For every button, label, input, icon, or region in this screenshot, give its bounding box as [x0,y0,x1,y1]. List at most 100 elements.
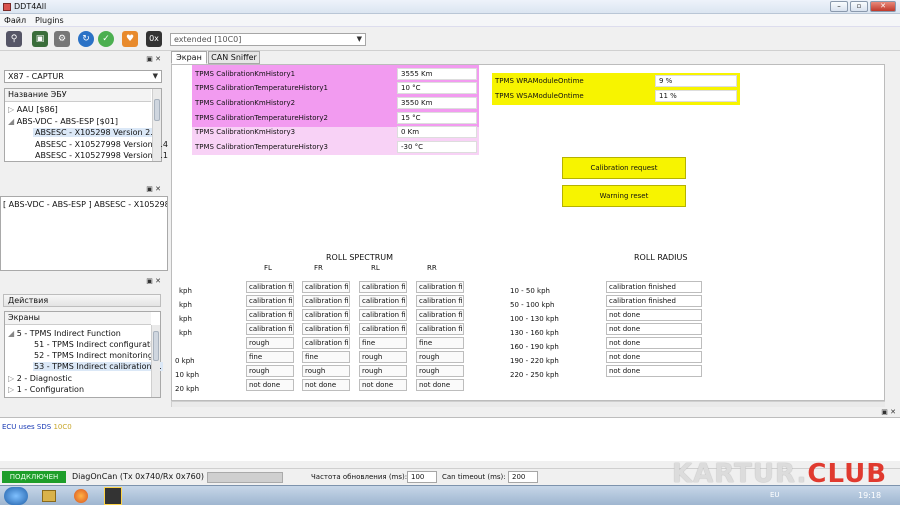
tab-screen[interactable]: Экран [171,51,207,64]
row-label: 0 kph [175,357,195,365]
tree-item[interactable]: ABSESC - X10527998 Version 3.1 [35,151,168,160]
protocol-select[interactable]: extended [10C0] ▼ [170,33,366,46]
start-button[interactable] [4,487,28,505]
column-header: FL [264,264,272,272]
panel-header-selected: ▣ ✕ [146,185,161,193]
spectrum-cell: not done [246,379,294,391]
menu-file[interactable]: Файл [4,16,26,25]
explorer-icon[interactable] [42,490,56,502]
screens-scrollbar[interactable] [151,325,160,397]
ecu-icon[interactable]: ▣ [32,31,48,47]
spectrum-cell: rough [416,351,464,363]
spectrum-cell: calibration finis [416,323,464,335]
spectrum-cell: calibration finis [246,323,294,335]
adapter-label: DiagOnCan (Tx 0x740/Rx 0x760) [72,472,204,481]
vehicle-select[interactable]: X87 - CAPTUR ▼ [4,70,162,83]
spectrum-cell: calibration finis [359,323,407,335]
spectrum-cell: calibration finis [302,295,350,307]
tree-item-selected[interactable]: 53 - TPMS Indirect calibration ... [33,362,163,371]
connect-icon[interactable]: ✓ [98,31,114,47]
param-row: TPMS CalibrationTemperatureHistory2 15 °C [192,111,479,125]
tree-item[interactable]: ▷ 2 - Diagnostic [8,374,72,383]
roll-radius-title: ROLL RADIUS [634,253,688,262]
can-timeout-input[interactable]: 200 [508,471,538,483]
calibration-request-button[interactable]: Calibration request [562,157,686,179]
console-panel: ECU uses SDS 10C0 [0,417,900,461]
scan-icon[interactable]: ⚲ [6,31,22,47]
spectrum-cell: rough [359,365,407,377]
param-row: TPMS WSAModuleOntime 11 % [492,89,740,103]
language-indicator[interactable]: EU [770,491,780,499]
menu-bar: Файл Plugins [0,14,900,27]
spectrum-cell: calibration finis [302,337,350,349]
protocol-value: extended [10C0] [174,35,242,44]
radius-range-label: 50 - 100 kph [510,301,555,309]
ecu-tree-scrollbar[interactable] [152,89,161,161]
param-row: TPMS CalibrationTemperatureHistory3 -30 °… [192,140,479,154]
radius-range-label: 100 - 130 kph [510,315,559,323]
ecu-tree-header: Название ЭБУ [5,89,151,102]
content-hscrollbar[interactable] [171,401,885,407]
close-button[interactable]: ✕ [870,1,896,12]
menu-plugins[interactable]: Plugins [35,16,64,25]
firefox-icon[interactable] [74,489,88,503]
scroll-thumb[interactable] [154,99,160,121]
spectrum-cell: calibration finis [246,281,294,293]
ddt4all-taskbar-icon[interactable] [104,487,122,505]
radius-value-cell: not done [606,323,702,335]
row-label: 20 kph [175,385,200,393]
spectrum-cell: calibration finis [246,309,294,321]
progress-bar [207,472,283,483]
settings-icon[interactable]: ⚙ [54,31,70,47]
tree-item[interactable]: ▷ 1 - Configuration [8,385,84,394]
spectrum-cell: fine [302,351,350,363]
radius-value-cell: not done [606,337,702,349]
refresh-icon[interactable]: ↻ [78,31,94,47]
spectrum-cell: calibration finis [416,309,464,321]
spectrum-cell: calibration finis [416,295,464,307]
tab-can-sniffer[interactable]: CAN Sniffer [208,51,260,64]
tree-item-selected[interactable]: ABSESC - X105298 Version 2.6 [33,128,160,137]
radius-value-cell: not done [606,309,702,321]
row-label: kph [179,329,192,337]
scroll-thumb[interactable] [153,331,159,361]
radius-range-label: 160 - 190 kph [510,343,559,351]
tree-item[interactable]: 51 - TPMS Indirect configurati... [34,340,160,349]
spectrum-cell: not done [416,379,464,391]
tree-item[interactable]: ▷ AAU [$86] [8,105,58,114]
row-label: kph [179,287,192,295]
tree-item[interactable]: ◢ ABS-VDC - ABS-ESP [$01] [8,117,118,126]
refresh-rate-input[interactable]: 100 [407,471,437,483]
minimize-button[interactable]: – [830,1,848,12]
favorite-icon[interactable]: ♥ [122,31,138,47]
radius-value-cell: not done [606,365,702,377]
spectrum-cell: calibration finis [302,309,350,321]
content-scrollbar[interactable]: ▲ ▼ [884,65,885,401]
ecu-tree: Название ЭБУ ▷ AAU [$86] ◢ ABS-VDC - ABS… [4,88,168,162]
tree-item[interactable]: 52 - TPMS Indirect monitoring [34,351,153,360]
tree-item[interactable]: ABSESC - X10527998 Version 3.4 [35,140,168,149]
spectrum-cell: calibration finis [302,281,350,293]
can-timeout-label: Can timeout (ms): [442,473,506,481]
app-icon [3,3,11,11]
spectrum-cell: calibration finis [359,309,407,321]
screen-content: TPMS CalibrationKmHistory1 3555 Km TPMS C… [171,64,885,401]
tab-bar: Экран CAN Sniffer [171,51,371,65]
row-label: kph [179,315,192,323]
spectrum-cell: calibration finis [416,281,464,293]
hex-icon[interactable]: 0x [146,31,162,47]
spectrum-cell: calibration finis [246,295,294,307]
spectrum-cell: fine [246,351,294,363]
radius-value-cell: not done [606,351,702,363]
title-bar: DDT4All – ▫ ✕ [0,0,900,14]
warning-reset-button[interactable]: Warning reset [562,185,686,207]
maximize-button[interactable]: ▫ [850,1,868,12]
chevron-down-icon: ▼ [356,35,362,43]
spectrum-cell: not done [359,379,407,391]
selected-ecu-text: [ ABS-VDC - ABS-ESP ] ABSESC - X105298 V… [3,200,167,209]
tree-item[interactable]: ◢ 5 - TPMS Indirect Function [8,329,121,338]
radius-range-label: 220 - 250 kph [510,371,559,379]
actions-button[interactable]: Действия [3,294,161,307]
spectrum-cell: rough [246,365,294,377]
spectrum-cell: rough [302,365,350,377]
